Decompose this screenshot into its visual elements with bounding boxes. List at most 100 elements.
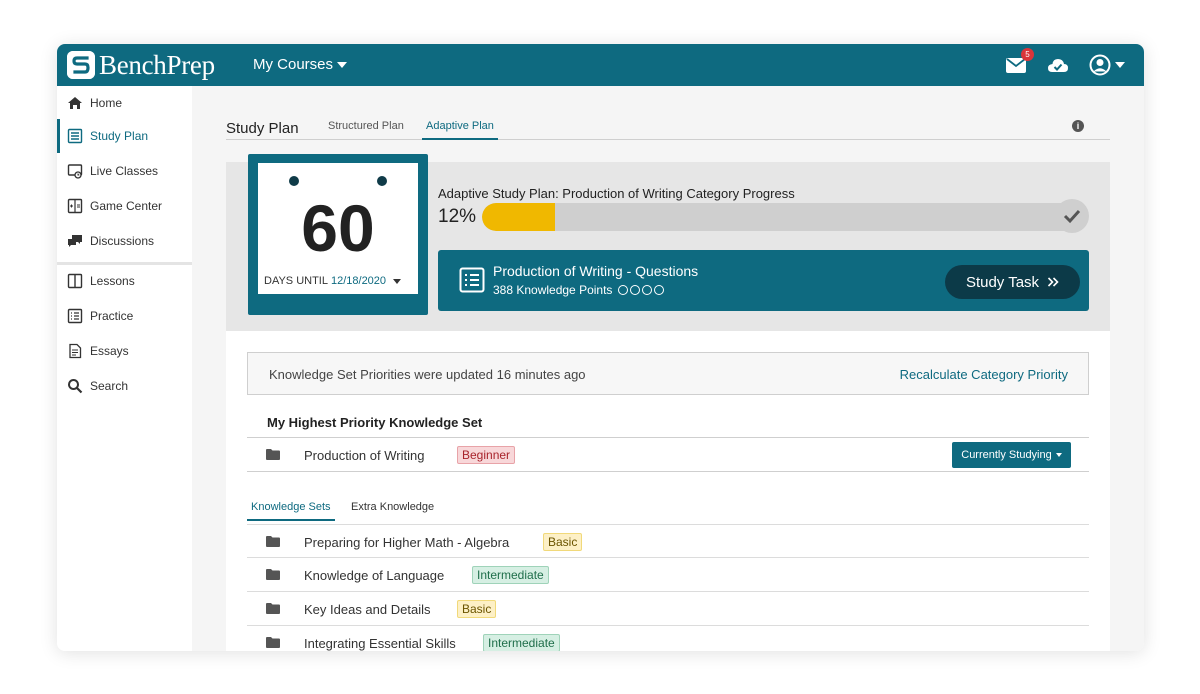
knowledge-points: 388 Knowledge Points	[493, 283, 613, 297]
study-plan-header: Study Plan Structured Plan Adaptive Plan…	[226, 120, 1110, 140]
list-item[interactable]: Preparing for Higher Math - Algebra Basi…	[247, 524, 1089, 558]
check-icon	[1063, 209, 1081, 224]
sidebar-item-label: Study Plan	[90, 129, 149, 143]
tab-adaptive-plan[interactable]: Adaptive Plan	[422, 120, 498, 140]
live-class-icon	[67, 163, 83, 179]
level-badge: Beginner	[457, 446, 516, 464]
header-actions: 5	[1004, 48, 1126, 77]
countdown-calendar: 60 DAYS UNTIL 12/18/2020	[248, 154, 428, 315]
progress-bar	[482, 203, 1088, 231]
chevron-down-icon	[337, 61, 348, 68]
sidebar-item-label: Game Center	[90, 199, 163, 213]
tab-structured-plan[interactable]: Structured Plan	[328, 120, 404, 140]
task-list-icon	[459, 267, 485, 293]
chevron-down-icon	[1115, 62, 1125, 68]
folder-icon	[266, 536, 280, 547]
chevron-down-icon	[393, 278, 402, 284]
tab-knowledge-sets[interactable]: Knowledge Sets	[247, 501, 335, 521]
essay-icon	[67, 343, 83, 359]
top-bar: BenchPrep My Courses 5	[57, 44, 1144, 86]
study-task-button[interactable]: Study Task	[945, 265, 1080, 299]
currently-studying-dropdown[interactable]: Currently Studying	[952, 442, 1071, 468]
sync-button[interactable]	[1046, 53, 1070, 77]
folder-icon	[266, 569, 280, 580]
user-menu-button[interactable]	[1088, 53, 1126, 77]
priority-notice: Knowledge Set Priorities were updated 16…	[247, 352, 1089, 395]
sidebar-item-live-classes[interactable]: Live Classes	[57, 154, 192, 188]
days-until-label: DAYS UNTIL	[264, 275, 328, 287]
sidebar-item-label: Essays	[90, 344, 129, 358]
completion-check	[1055, 199, 1089, 233]
mail-badge: 5	[1021, 48, 1034, 61]
book-icon	[67, 273, 83, 289]
progress-percent: 12%	[438, 206, 477, 227]
sidebar-item-label: Lessons	[90, 274, 135, 288]
home-icon	[67, 95, 83, 111]
my-courses-dropdown[interactable]: My Courses	[253, 56, 348, 73]
sidebar-item-label: Home	[90, 96, 123, 110]
knowledge-panel: Knowledge Set Priorities were updated 16…	[226, 331, 1110, 651]
calendar-page: 60 DAYS UNTIL 12/18/2020	[258, 163, 418, 294]
my-courses-label: My Courses	[253, 56, 334, 73]
level-dot-icon	[630, 285, 641, 295]
study-task-label: Study Task	[965, 273, 1040, 291]
folder-icon	[266, 449, 280, 460]
highest-priority-row[interactable]: Production of Writing Beginner Currently…	[247, 437, 1089, 472]
level-badge: Intermediate	[483, 634, 560, 651]
brand-logo[interactable]: BenchPrep	[67, 51, 215, 79]
folder-icon	[266, 603, 280, 614]
sidebar-item-label: Practice	[90, 309, 134, 323]
list-item[interactable]: Knowledge of Language Intermediate	[247, 558, 1089, 592]
sidebar-item-study-plan[interactable]: Study Plan	[57, 119, 192, 153]
list-item[interactable]: Key Ideas and Details Basic	[247, 592, 1089, 626]
level-badge: Intermediate	[472, 566, 549, 584]
sidebar: Home Study Plan Live Classes Game Center…	[57, 86, 192, 651]
sidebar-item-search[interactable]: Search	[57, 369, 192, 403]
calendar-ring-icon	[289, 176, 299, 186]
study-task-card: Production of Writing - Questions 388 Kn…	[438, 250, 1089, 311]
sidebar-item-lessons[interactable]: Lessons	[57, 264, 192, 298]
sidebar-item-practice[interactable]: Practice	[57, 299, 192, 333]
brand-name: BenchPrep	[99, 50, 215, 80]
knowledge-set-name: Key Ideas and Details	[304, 602, 431, 617]
mail-button[interactable]: 5	[1004, 48, 1034, 77]
list-item[interactable]: Integrating Essential Skills Intermediat…	[247, 626, 1089, 651]
progress-bar-fill	[482, 203, 555, 231]
level-badge: Basic	[543, 533, 583, 551]
knowledge-level-indicator	[618, 285, 665, 295]
app-window: BenchPrep My Courses 5 Home Study Plan L…	[57, 44, 1144, 651]
list-icon	[67, 128, 83, 144]
tab-extra-knowledge[interactable]: Extra Knowledge	[351, 501, 434, 521]
task-title: Production of Writing - Questions	[493, 263, 699, 279]
main-content: Study Plan Structured Plan Adaptive Plan…	[192, 86, 1144, 651]
chevron-down-icon	[1055, 453, 1062, 457]
recalculate-priority-link[interactable]: Recalculate Category Priority	[900, 367, 1068, 382]
sidebar-item-label: Search	[90, 379, 129, 393]
currently-studying-label: Currently Studying	[961, 449, 1052, 461]
progress-hero: 60 DAYS UNTIL 12/18/2020 Adaptive Study …	[226, 154, 1110, 331]
sidebar-item-home[interactable]: Home	[57, 86, 192, 120]
exam-date: 12/18/2020	[330, 275, 387, 287]
chat-icon	[67, 233, 83, 249]
double-chevron-right-icon	[1047, 277, 1059, 287]
highest-priority-title: My Highest Priority Knowledge Set	[267, 415, 483, 430]
sidebar-item-game-center[interactable]: Game Center	[57, 189, 192, 223]
knowledge-set-name: Production of Writing	[304, 448, 425, 463]
sidebar-item-label: Discussions	[90, 234, 155, 248]
progress-label: Adaptive Study Plan: Production of Writi…	[438, 186, 795, 201]
knowledge-set-name: Knowledge of Language	[304, 568, 445, 583]
level-badge: Basic	[457, 600, 497, 618]
search-icon	[67, 378, 83, 394]
practice-icon	[67, 308, 83, 324]
sidebar-item-label: Live Classes	[90, 164, 159, 178]
info-icon[interactable]: i	[1072, 120, 1084, 132]
sidebar-item-essays[interactable]: Essays	[57, 334, 192, 368]
days-remaining: 60	[301, 191, 375, 265]
calendar-ring-icon	[377, 176, 387, 186]
knowledge-set-name: Integrating Essential Skills	[304, 636, 456, 651]
notice-text: Knowledge Set Priorities were updated 16…	[269, 367, 586, 382]
sidebar-item-discussions[interactable]: Discussions	[57, 224, 192, 258]
page-title: Study Plan	[226, 120, 299, 137]
knowledge-set-name: Preparing for Higher Math - Algebra	[304, 535, 510, 550]
exam-date-dropdown[interactable]: DAYS UNTIL 12/18/2020	[264, 275, 402, 287]
